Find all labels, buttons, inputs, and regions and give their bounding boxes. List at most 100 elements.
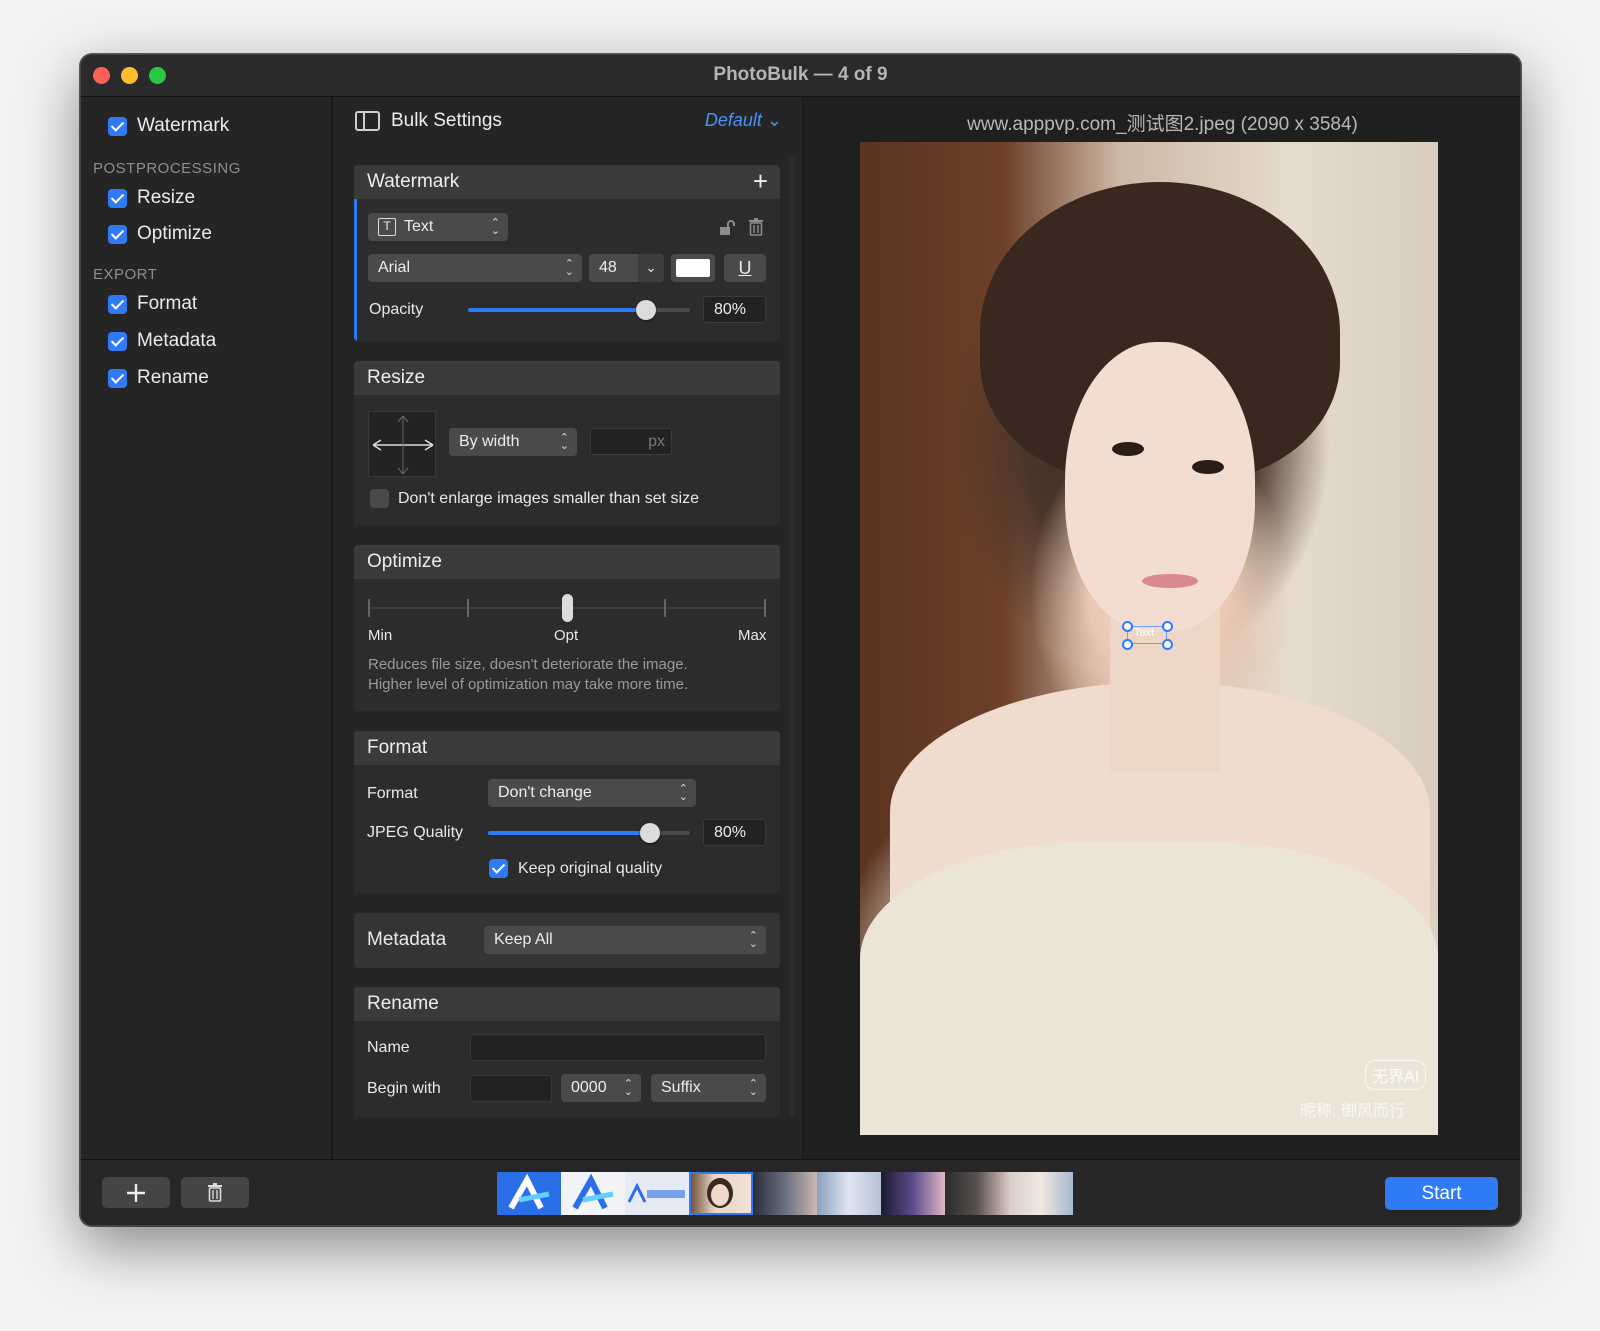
underline-button[interactable]: U [724, 254, 766, 282]
resize-width-input[interactable]: px [590, 428, 672, 455]
thumbnail-9[interactable] [1009, 1172, 1073, 1215]
thumbnail-4[interactable] [689, 1172, 753, 1215]
add-images-button[interactable] [102, 1177, 170, 1208]
name-label: Name [367, 1039, 410, 1056]
corner-badge: 无界AI [1365, 1060, 1427, 1090]
card-title: Watermark [367, 171, 460, 192]
chevron-updown-icon[interactable]: ⌃ ⌄ [624, 1079, 633, 1098]
thumbnail-7[interactable] [881, 1172, 945, 1215]
slider-knob[interactable] [636, 300, 656, 320]
opt-label: Opt [554, 627, 579, 644]
trash-icon [208, 1183, 222, 1202]
start-button[interactable]: Start [1385, 1177, 1498, 1210]
opacity-value-field[interactable]: 80% [703, 296, 766, 323]
thumbnail-5[interactable] [753, 1172, 817, 1215]
trash-icon[interactable] [748, 218, 764, 241]
remove-images-button[interactable] [181, 1177, 249, 1208]
sidebar-item-rename[interactable]: Rename [108, 365, 209, 391]
begin-with-input[interactable] [470, 1075, 552, 1102]
title-bar: PhotoBulk — 4 of 9 [81, 55, 1520, 97]
watermark-type-select[interactable]: T Text ⌃ ⌄ [368, 213, 508, 241]
slider-knob[interactable] [640, 823, 660, 843]
counter-value: 0000 [571, 1079, 607, 1096]
checkbox-keep-original[interactable] [489, 859, 508, 878]
opacity-slider[interactable] [468, 300, 690, 320]
select-value: Don't change [498, 784, 592, 801]
thumbnail-1[interactable] [497, 1172, 561, 1215]
chevron-down-icon: ⌄ [761, 110, 782, 130]
resize-handle[interactable] [1122, 639, 1133, 650]
resize-handle[interactable] [1162, 639, 1173, 650]
keep-original-quality-checkbox[interactable]: Keep original quality [489, 859, 662, 878]
jpeg-quality-label: JPEG Quality [367, 824, 464, 841]
checkbox-optimize[interactable] [108, 224, 127, 244]
thumbnail-8[interactable] [945, 1172, 1009, 1215]
checkbox-watermark[interactable] [108, 116, 127, 136]
checkbox-format[interactable] [108, 294, 127, 314]
optimize-description-line2: Higher level of optimization may take mo… [368, 676, 689, 693]
photo-face [1065, 342, 1255, 632]
sidebar-toggle-icon[interactable] [355, 111, 380, 131]
format-select[interactable]: Don't change ⌃ ⌄ [488, 779, 696, 807]
preset-selector[interactable]: Default ⌄ [705, 110, 782, 131]
slider-fill [468, 308, 646, 312]
settings-scrollbar[interactable] [789, 157, 795, 1117]
app-window: PhotoBulk — 4 of 9 Watermark POSTPROCESS… [80, 54, 1521, 1226]
format-card: Format Format Don't change ⌃ ⌄ JPEG Quali… [354, 731, 780, 893]
resize-mode-select[interactable]: By width ⌃ ⌄ [449, 428, 577, 456]
font-select[interactable]: Arial ⌃ ⌄ [368, 254, 582, 282]
app-logo-icon [572, 1173, 614, 1210]
counter-stepper[interactable]: 0000 ⌃ ⌄ [561, 1074, 641, 1102]
opacity-label: Opacity [369, 301, 424, 318]
color-well[interactable] [671, 254, 715, 282]
resize-handle[interactable] [1162, 621, 1173, 632]
app-logo-icon [508, 1173, 550, 1210]
thumbnail-3[interactable] [625, 1172, 689, 1215]
preset-label: Default [704, 110, 762, 130]
thumbnail-6[interactable] [817, 1172, 881, 1215]
sidebar-item-format[interactable]: Format [108, 291, 197, 317]
sidebar-item-optimize[interactable]: Optimize [108, 221, 212, 247]
optimize-card: Optimize Min Opt Max Reduces file size, … [354, 545, 780, 711]
dont-enlarge-checkbox[interactable] [370, 489, 389, 508]
font-size-combo[interactable]: 48 ⌄ [589, 254, 664, 282]
checkbox-resize[interactable] [108, 188, 127, 208]
preview-image: Text 无界AI 昵称: 御风而行 [860, 142, 1438, 1135]
position-select[interactable]: Suffix ⌃ ⌄ [651, 1074, 766, 1102]
jpeg-quality-value-field[interactable]: 80% [703, 819, 766, 846]
thumb-figure [711, 1184, 729, 1206]
sidebar-item-metadata[interactable]: Metadata [108, 328, 216, 354]
jpeg-quality-slider[interactable] [488, 823, 690, 843]
card-title: Optimize [367, 551, 442, 572]
select-value: By width [459, 433, 520, 450]
section-title-export: EXPORT [93, 266, 158, 283]
optimize-slider[interactable] [368, 594, 766, 622]
app-logo-icon [627, 1182, 685, 1203]
checkbox-metadata[interactable] [108, 331, 127, 351]
checkbox-rename[interactable] [108, 368, 127, 388]
text-type-icon: T [378, 218, 396, 236]
metadata-label: Metadata [367, 929, 447, 950]
chevron-down-icon[interactable]: ⌄ [638, 254, 664, 282]
tick-mark [664, 599, 666, 617]
slider-knob[interactable] [562, 594, 573, 622]
sidebar-item-label: Watermark [137, 115, 230, 136]
selection-accent-bar [354, 199, 357, 341]
photo-sweater [860, 842, 1438, 1135]
name-input[interactable] [470, 1034, 766, 1061]
resize-handle[interactable] [1122, 621, 1133, 632]
watermark-text-box[interactable]: Text [1127, 626, 1167, 644]
sidebar-item-label: Format [137, 293, 198, 314]
thumbnail-2[interactable] [561, 1172, 625, 1215]
watermark-card: Watermark + T Text ⌃ ⌄ Arial ⌃ ⌄ 48 ⌄ U … [354, 165, 780, 341]
sidebar-item-resize[interactable]: Resize [108, 185, 195, 211]
sidebar-item-watermark[interactable]: Watermark [108, 113, 229, 139]
tick-mark [467, 599, 469, 617]
lock-icon[interactable] [718, 219, 736, 242]
metadata-select[interactable]: Keep All ⌃ ⌄ [484, 926, 766, 954]
section-title-postprocessing: POSTPROCESSING [93, 160, 241, 177]
max-label: Max [738, 627, 767, 644]
sidebar-item-label: Resize [137, 187, 196, 208]
preview-filename: www.apppvp.com_测试图2.jpeg (2090 x 3584) [967, 114, 1358, 135]
add-watermark-icon[interactable]: + [753, 166, 768, 197]
